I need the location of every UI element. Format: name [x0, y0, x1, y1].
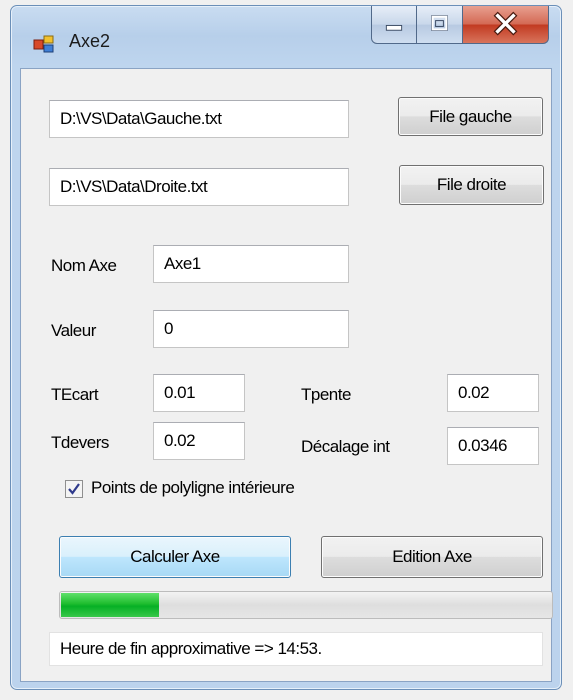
tpente-input[interactable]: 0.02: [447, 374, 539, 412]
interior-polyline-checkbox[interactable]: [65, 480, 83, 498]
decalage-int-label: Décalage int: [301, 437, 390, 456]
progress-bar-fill: [61, 593, 159, 617]
close-icon: [493, 11, 518, 36]
caption-buttons: [371, 6, 549, 46]
tdevers-label: Tdevers: [51, 433, 109, 452]
nom-axe-label: Nom Axe: [51, 256, 117, 275]
edition-axe-button[interactable]: Edition Axe: [321, 536, 543, 578]
valeur-label: Valeur: [51, 321, 96, 340]
tecart-input[interactable]: 0.01: [153, 374, 245, 412]
tpente-label: Tpente: [301, 385, 351, 404]
nom-axe-input[interactable]: Axe1: [153, 245, 349, 283]
window-title: Axe2: [69, 31, 111, 51]
progress-bar: [59, 591, 553, 619]
close-button[interactable]: [463, 6, 549, 44]
valeur-input[interactable]: 0: [153, 310, 349, 348]
maximize-button[interactable]: [417, 6, 463, 44]
title-bar[interactable]: Axe2: [11, 6, 561, 66]
status-text-field: Heure de fin approximative => 14:53.: [49, 632, 543, 666]
checkmark-icon: [68, 483, 80, 495]
file-gauche-button[interactable]: File gauche: [398, 97, 543, 136]
maximize-icon: [431, 15, 448, 31]
interior-polyline-label: Points de polyligne intérieure: [91, 478, 295, 497]
minimize-button[interactable]: [371, 6, 417, 44]
minimize-icon: [385, 24, 403, 31]
tdevers-input[interactable]: 0.02: [153, 422, 245, 460]
calculer-axe-button[interactable]: Calculer Axe: [59, 536, 291, 578]
gauche-file-path-input[interactable]: D:\VS\Data\Gauche.txt: [49, 100, 349, 138]
droite-file-path-input[interactable]: D:\VS\Data\Droite.txt: [49, 168, 349, 206]
file-droite-button[interactable]: File droite: [399, 165, 544, 205]
axe2-window: Axe2 D:\VS\Data\Gauche.txt File gauche D…: [10, 5, 562, 690]
form-client-area: D:\VS\Data\Gauche.txt File gauche D:\VS\…: [20, 68, 553, 682]
form-app-icon: [33, 35, 54, 53]
decalage-int-input[interactable]: 0.0346: [447, 427, 539, 465]
tecart-label: TEcart: [51, 385, 99, 404]
